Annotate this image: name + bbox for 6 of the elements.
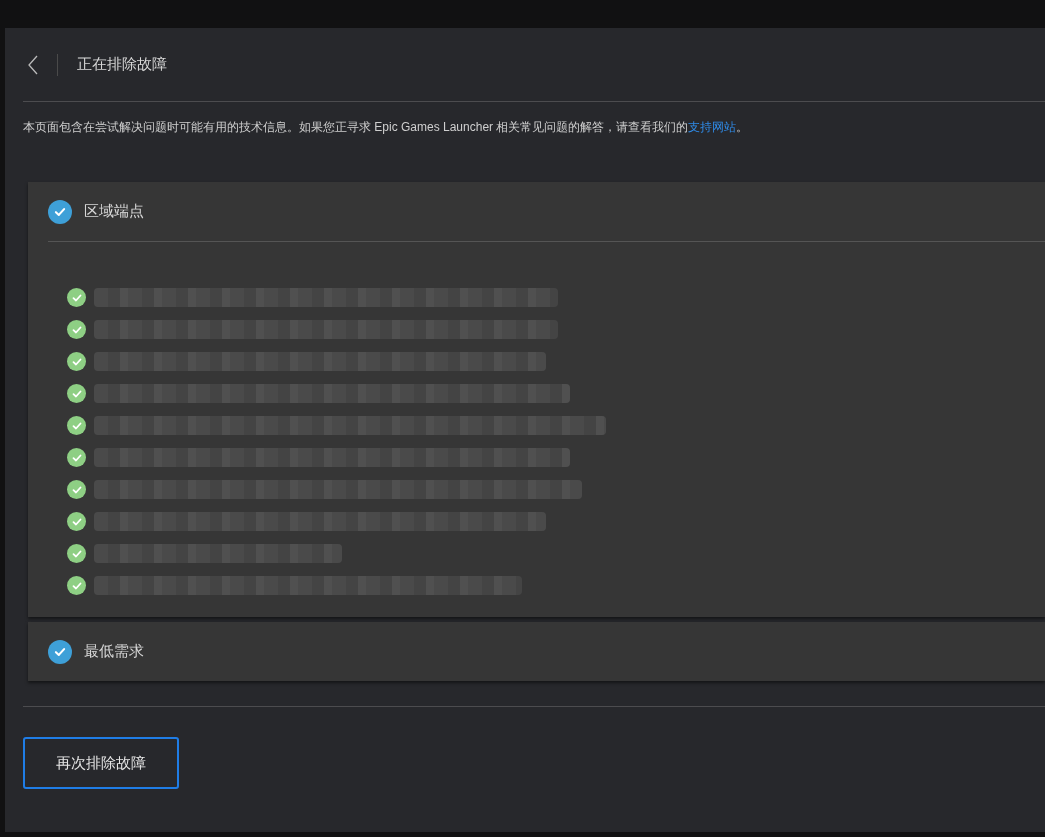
page-title: 正在排除故障 [77, 54, 167, 75]
intro-text: 本页面包含在尝试解决问题时可能有用的技术信息。如果您正寻求 Epic Games Launcher 相关常见问题的解答，请查看我们的支持网站。 [22, 119, 750, 136]
retry-button[interactable]: 再次排除故障 [23, 737, 179, 789]
section-title[interactable]: 最低需求 [84, 640, 144, 663]
section-title[interactable]: 区域端点 [84, 200, 144, 223]
support-link[interactable]: 支持网站 [688, 120, 737, 134]
